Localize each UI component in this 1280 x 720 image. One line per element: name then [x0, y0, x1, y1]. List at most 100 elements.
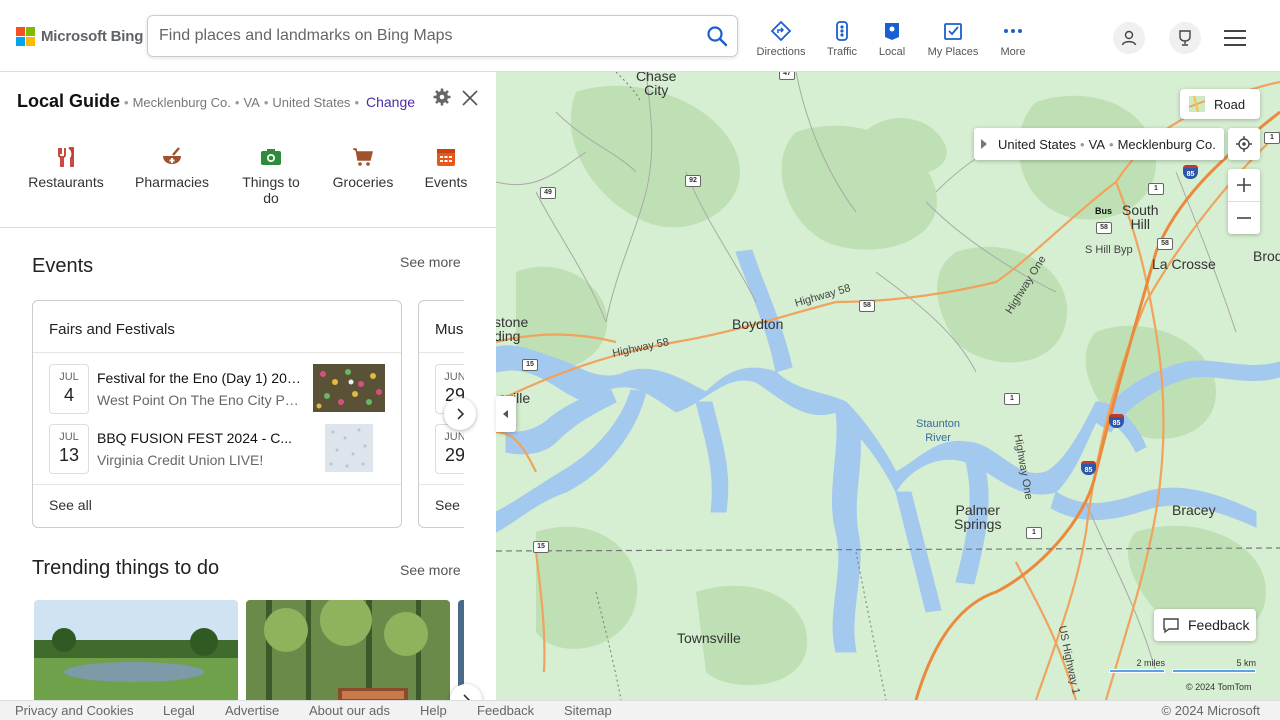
map-crumb-state[interactable]: VA — [1089, 137, 1105, 152]
route-shield: 58 — [859, 300, 875, 312]
search-box — [147, 15, 738, 57]
map-breadcrumb[interactable]: United States • VA • Mecklenburg Co. — [974, 128, 1224, 160]
event-day: 13 — [58, 445, 80, 465]
nav-more[interactable]: More — [996, 20, 1030, 58]
divider — [33, 484, 401, 485]
rewards-button[interactable] — [1169, 22, 1201, 54]
minus-icon — [1237, 216, 1251, 219]
road-map-icon — [1188, 95, 1206, 113]
map-crumb-country[interactable]: United States — [998, 137, 1076, 152]
route-shield: 49 — [540, 187, 556, 199]
footer-link-advertise[interactable]: Advertise — [225, 703, 279, 718]
see-all-link[interactable]: See all — [49, 497, 92, 513]
comment-icon — [1163, 618, 1179, 634]
zoom-in-button[interactable] — [1228, 170, 1260, 202]
divider — [33, 352, 401, 353]
feedback-label: Feedback — [1188, 617, 1250, 633]
event-day: 29 — [444, 445, 464, 465]
chevron-right-icon — [457, 408, 465, 420]
route-shield: 1 — [1026, 527, 1042, 539]
more-icon — [1004, 29, 1022, 33]
separator-dot: • — [1080, 136, 1085, 152]
nav-traffic[interactable]: Traffic — [810, 20, 874, 58]
map-crumb-county[interactable]: Mecklenburg Co. — [1118, 137, 1216, 152]
search-icon[interactable] — [705, 24, 729, 48]
route-shield: 15 — [533, 541, 549, 553]
map-label-text: Palmer Springs — [954, 502, 1002, 532]
account-button[interactable] — [1113, 22, 1145, 54]
route-shield: 58 — [1096, 222, 1112, 234]
directions-icon — [770, 20, 792, 42]
trending-section-title: Trending things to do — [32, 557, 220, 579]
bing-logo[interactable]: Microsoft Bing — [16, 27, 143, 46]
event-name: BBQ FUSION FEST 2024 - C... — [97, 430, 293, 446]
locate-icon — [1236, 136, 1252, 152]
map-label-la-crosse: La Crosse — [1152, 256, 1216, 272]
header: Microsoft Bing Directions Traffic Local … — [0, 0, 1280, 72]
plus-icon — [1237, 178, 1251, 192]
nav-traffic-label: Traffic — [827, 46, 857, 58]
map-label-staunton-river: Staunton River — [916, 417, 960, 445]
route-shield: 1 — [1004, 393, 1020, 405]
nav-directions[interactable]: Directions — [752, 20, 810, 58]
map-label-townsville: Townsville — [677, 630, 741, 646]
scale-miles-label: 2 miles — [1136, 658, 1165, 668]
map-label-bus: Bus — [1095, 206, 1113, 216]
event-month: JUN — [444, 431, 464, 443]
footer-link-privacy[interactable]: Privacy and Cookies — [15, 703, 134, 718]
nav-my-places[interactable]: My Places — [910, 20, 996, 58]
event-date: JUL 4 — [49, 364, 89, 414]
event-card-title: Fairs and Festivals — [49, 321, 175, 338]
trending-see-more-link[interactable]: See more — [400, 562, 461, 578]
footer-copyright: © 2024 Microsoft — [1161, 703, 1260, 718]
nav-more-label: More — [1000, 46, 1026, 58]
see-all-link[interactable]: See — [435, 497, 460, 513]
feedback-button[interactable]: Feedback — [1154, 609, 1256, 641]
event-card-fairs-festivals: Fairs and Festivals JUL 4 Festival for t… — [32, 300, 402, 528]
events-next-button[interactable] — [444, 398, 476, 430]
event-item[interactable]: JUN 29 — [435, 424, 464, 474]
route-shield: 1 — [1264, 132, 1280, 144]
nav-local[interactable]: Local — [874, 20, 910, 58]
zoom-out-button[interactable] — [1228, 202, 1260, 234]
scale-bar-km: 5 km — [1172, 658, 1256, 673]
map-label-s-hill-byp: S Hill Byp — [1085, 244, 1133, 256]
scale-km-label: 5 km — [1236, 658, 1256, 668]
scale-bar — [1172, 669, 1256, 673]
events-carousel: Fairs and Festivals JUL 4 Festival for t… — [32, 72, 464, 700]
collapse-panel-button[interactable] — [496, 396, 516, 432]
scale-bar — [1109, 669, 1165, 673]
event-thumbnail — [313, 364, 385, 412]
caret-right-icon — [981, 139, 987, 149]
map-canvas[interactable]: Chase City South Hill Bus S Hill Byp La … — [496, 72, 1280, 700]
event-card-title: Mus — [435, 321, 464, 338]
footer-link-help[interactable]: Help — [420, 703, 447, 718]
footer-link-feedback[interactable]: Feedback — [477, 703, 534, 718]
search-input[interactable] — [159, 16, 679, 56]
route-shield: 15 — [522, 359, 538, 371]
trending-photo-park[interactable] — [34, 600, 238, 700]
footer-link-legal[interactable]: Legal — [163, 703, 195, 718]
footer-link-about-ads[interactable]: About our ads — [309, 703, 390, 718]
event-date: JUN 29 — [435, 424, 464, 474]
nav-directions-label: Directions — [756, 46, 806, 58]
trending-photo-state-park[interactable] — [246, 600, 450, 700]
map-attribution: © 2024 TomTom — [1186, 682, 1252, 692]
person-icon — [1121, 30, 1137, 46]
microsoft-logo-icon — [16, 27, 35, 46]
map-label-brod: Brod — [1253, 248, 1280, 264]
hamburger-menu-icon[interactable] — [1224, 30, 1246, 46]
event-day: 4 — [63, 385, 74, 405]
event-item[interactable]: JUL 13 BBQ FUSION FEST 2024 - C... Virgi… — [49, 424, 389, 474]
event-location: West Point On The Eno City Park — [97, 392, 302, 408]
event-item[interactable]: JUL 4 Festival for the Eno (Day 1) 2024 … — [49, 364, 389, 414]
footer-link-sitemap[interactable]: Sitemap — [564, 703, 612, 718]
map-style-label: Road — [1214, 96, 1246, 112]
event-location: Virginia Credit Union LIVE! — [97, 452, 264, 468]
map-terrain — [496, 72, 1280, 700]
map-style-road-button[interactable]: Road — [1180, 89, 1260, 119]
divider — [419, 352, 464, 353]
event-month: JUL — [59, 431, 79, 443]
brand-name: Microsoft Bing — [41, 28, 144, 45]
locate-me-button[interactable] — [1228, 128, 1260, 160]
